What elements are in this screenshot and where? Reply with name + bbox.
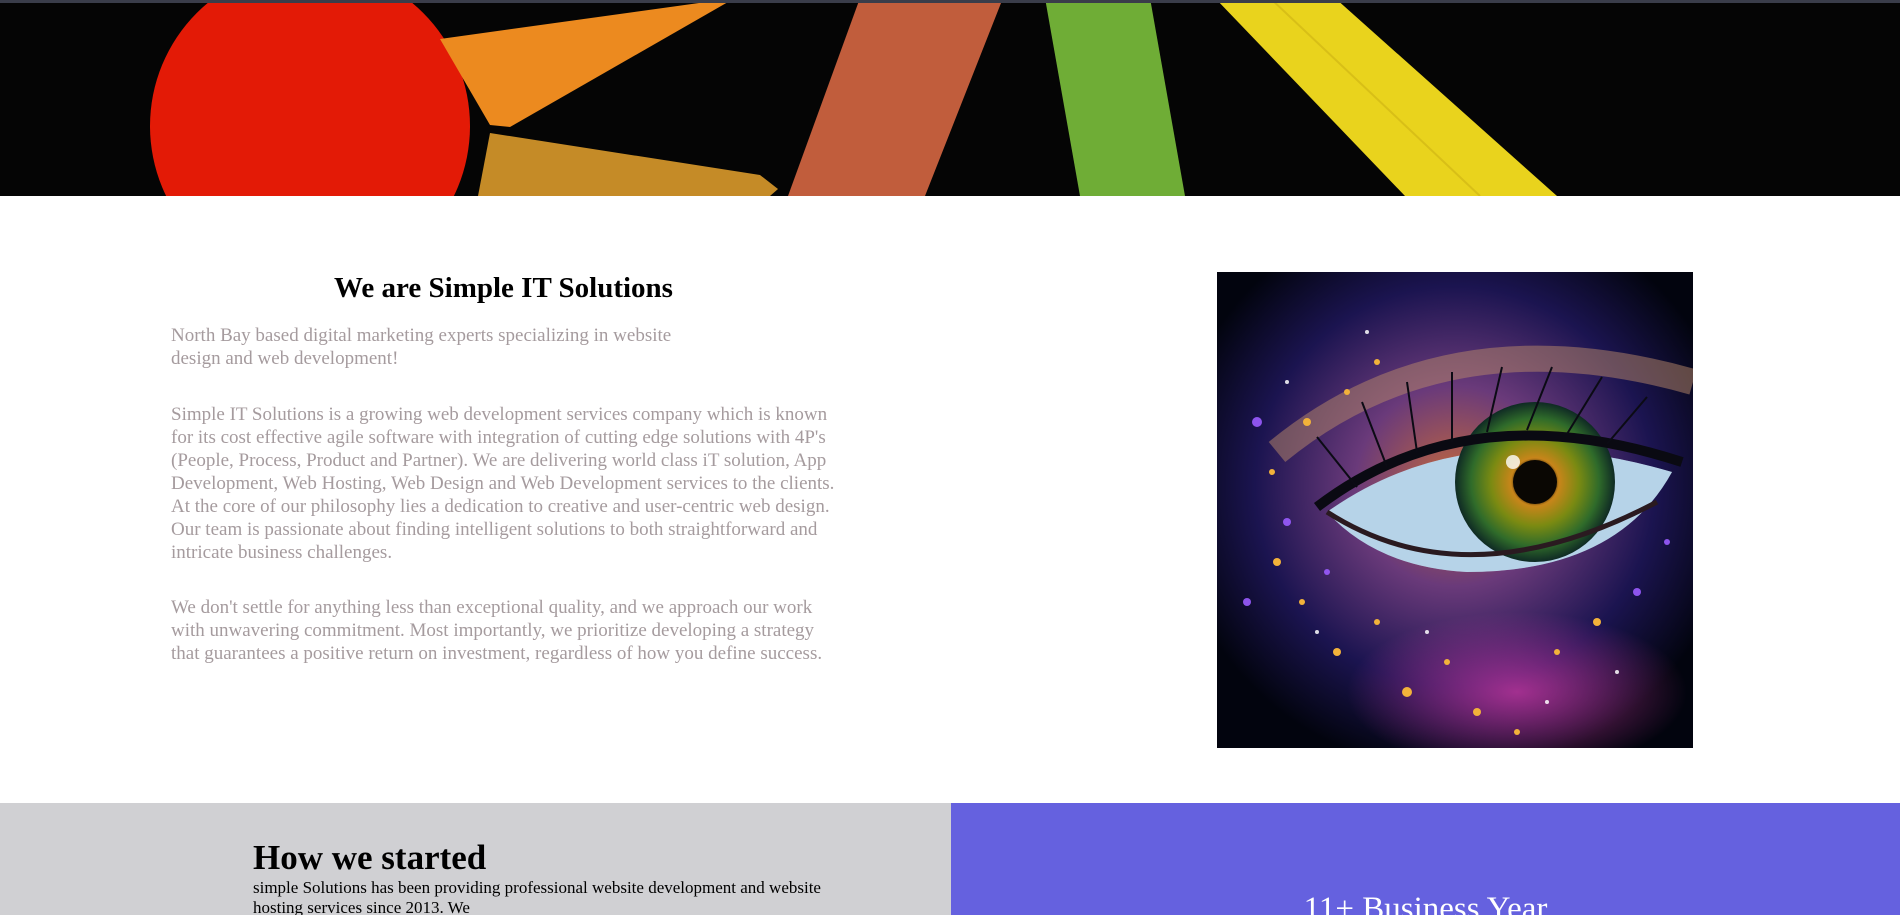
about-title: We are Simple IT Solutions [334, 272, 673, 304]
about-tagline: North Bay based digital marketing expert… [171, 325, 672, 369]
about-paragraph: Simple IT Solutions is a growing web dev… [171, 404, 835, 563]
colorful-eye-image [1217, 272, 1693, 748]
hero-banner-image [0, 3, 1900, 196]
how-we-started-text: simple Solutions has been providing prof… [253, 878, 821, 915]
how-we-started-section: How we started simple Solutions has been… [0, 803, 951, 915]
about-paragraph: We don't settle for anything less than e… [171, 597, 823, 664]
how-we-started-title: How we started [253, 838, 487, 877]
about-section: We are Simple IT Solutions North Bay bas… [0, 196, 1900, 803]
business-years-section: 11+ Business Year [951, 803, 1900, 915]
business-years-label: 11+ Business Year [1303, 891, 1548, 915]
